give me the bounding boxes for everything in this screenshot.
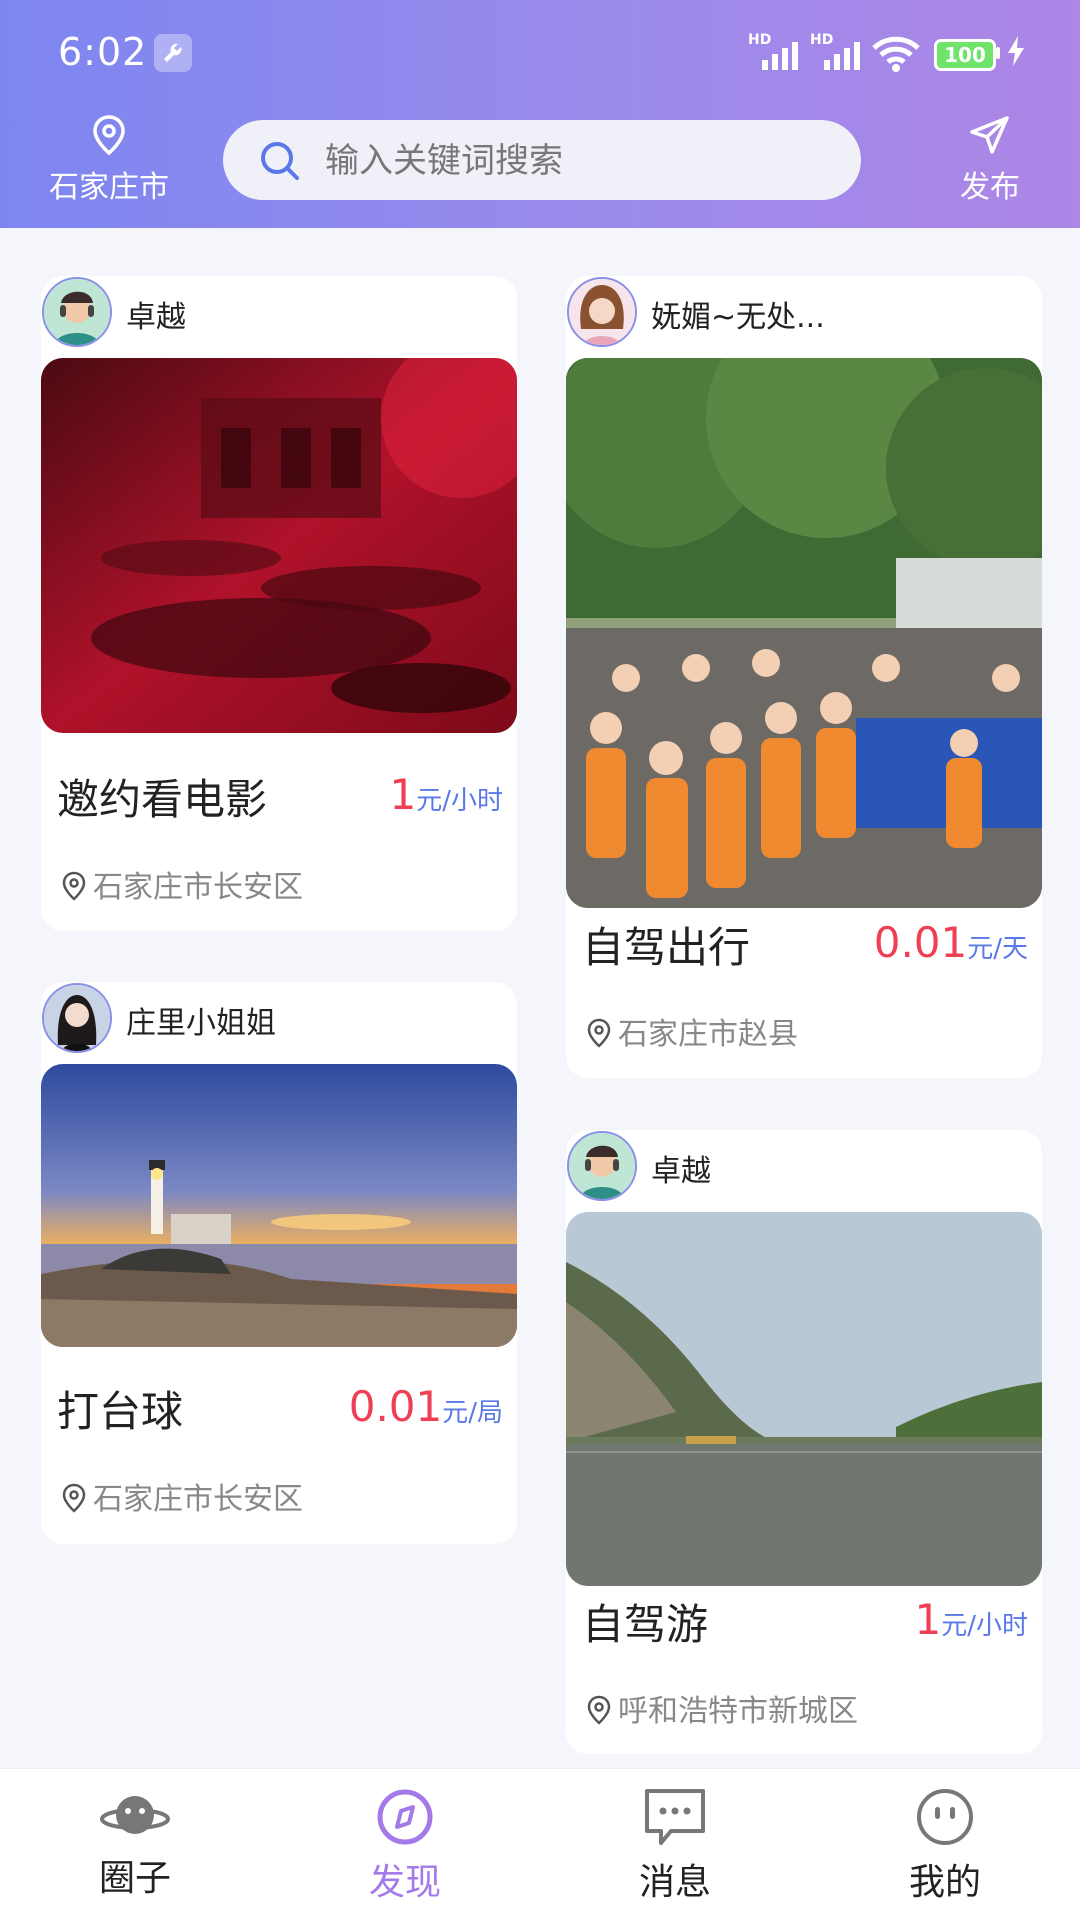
- post-price: 1元/小时: [915, 1595, 1029, 1644]
- tab-label: 消息: [638, 1862, 711, 1903]
- post-title: 自驾游: [582, 1600, 709, 1649]
- price-amount: 0.01: [873, 918, 968, 967]
- avatar[interactable]: [42, 983, 112, 1053]
- tab-mine[interactable]: 我的: [810, 1769, 1080, 1921]
- tab-circle[interactable]: 圈子: [0, 1769, 270, 1921]
- post-author[interactable]: 庄里小姐姐: [41, 982, 517, 1064]
- post-price: 1元/小时: [390, 770, 504, 819]
- city-selector[interactable]: 石家庄市: [36, 110, 182, 214]
- post-location: 呼和浩特市新城区: [586, 1686, 858, 1730]
- location-pin-icon: [62, 1483, 86, 1513]
- avatar[interactable]: [567, 1131, 637, 1201]
- post-price: 0.01元/天: [874, 918, 1028, 967]
- post-author[interactable]: 卓越: [566, 1130, 1042, 1212]
- post-title: 打台球: [57, 1387, 184, 1436]
- post-card[interactable]: 庄里小姐姐 打台球 0.01元/局 石家庄市长安区: [41, 982, 517, 1544]
- price-unit: 元/小时: [416, 786, 503, 816]
- battery-tip: [996, 47, 1000, 59]
- publish-label: 发布: [960, 170, 1020, 205]
- top-header: 6:02 HD HD 100 石家庄市 发布: [0, 0, 1080, 228]
- post-card[interactable]: 卓越 自驾游 1元/小时 呼和浩特市新城区: [566, 1130, 1042, 1754]
- planet-icon: [100, 1796, 170, 1834]
- status-time: 6:02: [58, 30, 148, 74]
- price-amount: 1: [914, 1595, 942, 1644]
- wifi-icon: [872, 36, 920, 76]
- tab-discover[interactable]: 发现: [270, 1769, 540, 1921]
- location-pin-icon: [587, 1695, 611, 1725]
- battery-icon: 100: [934, 39, 996, 71]
- post-image[interactable]: [566, 358, 1042, 908]
- tab-label: 我的: [908, 1862, 981, 1903]
- city-label: 石家庄市: [49, 170, 169, 205]
- avatar[interactable]: [567, 277, 637, 347]
- post-image[interactable]: [566, 1212, 1042, 1586]
- search-icon: [261, 142, 299, 180]
- compass-icon: [377, 1789, 433, 1845]
- location-text: 石家庄市赵县: [618, 1017, 798, 1052]
- tab-label: 发现: [368, 1862, 441, 1903]
- search-input[interactable]: [323, 120, 827, 202]
- publish-button[interactable]: 发布: [930, 110, 1050, 214]
- location-text: 石家庄市长安区: [93, 870, 303, 905]
- charging-icon: [1006, 36, 1026, 70]
- location-pin-icon: [62, 871, 86, 901]
- bottom-tab-bar: 圈子 发现 消息 我的: [0, 1768, 1080, 1921]
- post-title: 自驾出行: [582, 923, 751, 972]
- tab-label: 圈子: [98, 1858, 171, 1899]
- post-card[interactable]: 妩媚~无处... 自驾出行 0.01元/天 石家庄市赵县: [566, 276, 1042, 1078]
- author-name: 庄里小姐姐: [126, 1006, 276, 1041]
- message-icon: [645, 1789, 705, 1845]
- price-unit: 元/局: [442, 1398, 503, 1428]
- author-name: 卓越: [126, 300, 186, 335]
- price-amount: 0.01: [348, 1382, 443, 1431]
- post-image[interactable]: [41, 358, 517, 733]
- location-text: 石家庄市长安区: [93, 1482, 303, 1517]
- price-amount: 1: [389, 770, 417, 819]
- search-bar[interactable]: [223, 120, 861, 202]
- post-price: 0.01元/局: [349, 1382, 503, 1431]
- post-location: 石家庄市长安区: [61, 1474, 303, 1518]
- post-card[interactable]: 卓越 邀约看电影 1元/小时 石家庄市长安区: [41, 276, 517, 931]
- avatar[interactable]: [42, 277, 112, 347]
- post-location: 石家庄市长安区: [61, 862, 303, 906]
- location-pin-icon: [587, 1018, 611, 1048]
- author-name: 卓越: [651, 1154, 711, 1189]
- post-location: 石家庄市赵县: [586, 1009, 798, 1053]
- status-bar: 6:02 HD HD 100: [0, 0, 1080, 100]
- send-icon: [970, 116, 1009, 154]
- location-text: 呼和浩特市新城区: [618, 1694, 858, 1729]
- tab-messages[interactable]: 消息: [540, 1769, 810, 1921]
- post-image[interactable]: [41, 1064, 517, 1347]
- location-pin-icon: [93, 115, 125, 156]
- post-title: 邀约看电影: [57, 775, 268, 824]
- price-unit: 元/天: [967, 934, 1028, 964]
- face-icon: [917, 1789, 973, 1845]
- post-author[interactable]: 妩媚~无处...: [566, 276, 1042, 358]
- price-unit: 元/小时: [941, 1611, 1028, 1641]
- wrench-icon: [154, 34, 192, 72]
- battery-level: 100: [944, 43, 986, 67]
- post-author[interactable]: 卓越: [41, 276, 517, 358]
- author-name: 妩媚~无处...: [651, 300, 825, 335]
